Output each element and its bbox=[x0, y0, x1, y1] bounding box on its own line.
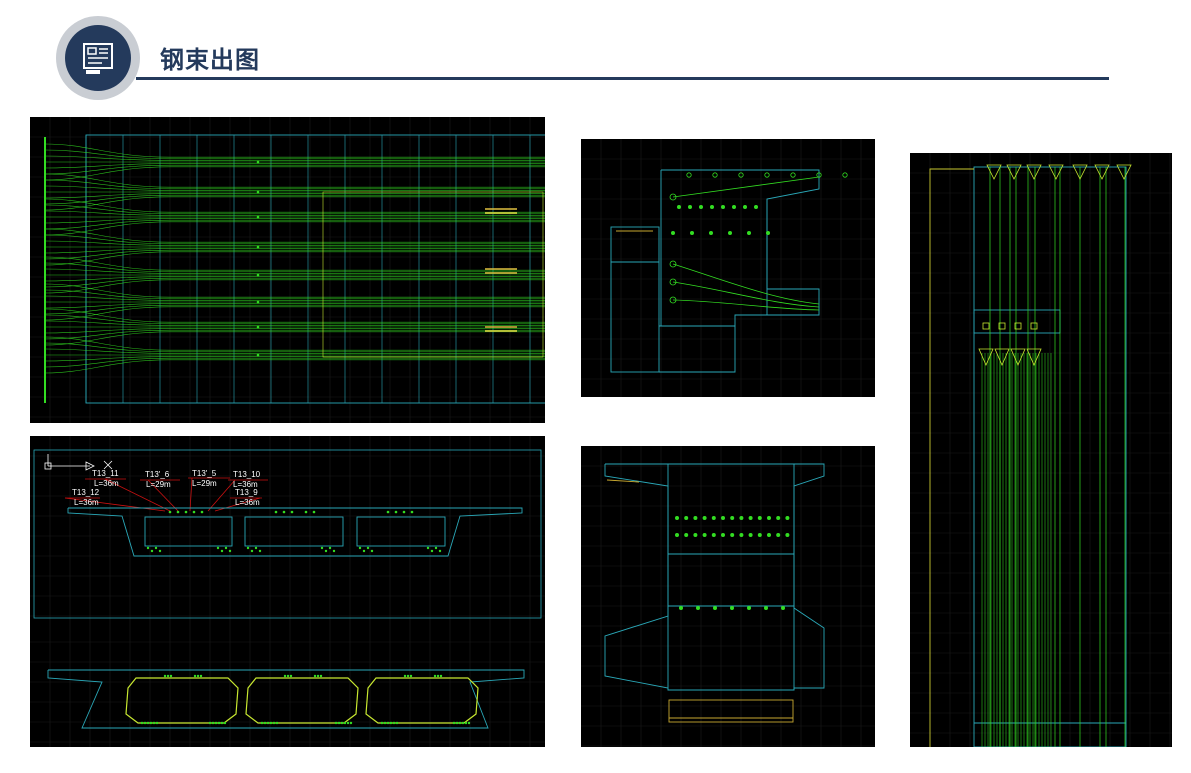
tendon-lines bbox=[978, 164, 1132, 747]
tendon-label-length: L=36m bbox=[235, 498, 260, 507]
page-title: 钢束出图 bbox=[160, 47, 260, 74]
ucs-icon bbox=[44, 454, 113, 471]
title-divider bbox=[136, 77, 1109, 80]
tendon-curves bbox=[672, 176, 820, 311]
box-girder-section bbox=[67, 507, 523, 557]
tendon-label-id: T13_10 bbox=[233, 470, 261, 479]
cad-elevation-view[interactable] bbox=[910, 153, 1172, 747]
cad-section-view[interactable]: T13_11 L=36m T13'_6 L=29m T13'_5 L=29m T… bbox=[30, 436, 545, 622]
tendon-label-length: L=36m bbox=[74, 498, 99, 507]
box-girder-section-outline bbox=[47, 669, 525, 729]
header-badge bbox=[56, 16, 140, 100]
pier-section-outline bbox=[604, 463, 825, 691]
blueprint-icon bbox=[65, 25, 131, 91]
cad-grid bbox=[910, 153, 1172, 747]
pier-yellow-outline bbox=[929, 168, 974, 747]
tendon-label-length: L=29m bbox=[192, 479, 217, 488]
cad-grid bbox=[581, 139, 875, 397]
tendon-label-id: T13'_6 bbox=[145, 470, 170, 479]
block-outline bbox=[610, 169, 820, 373]
cad-plan-view[interactable] bbox=[30, 117, 545, 423]
tendon-label-id: T13'_5 bbox=[192, 469, 217, 478]
tendon-label-id: T13_12 bbox=[72, 488, 100, 497]
cad-section-view-2[interactable] bbox=[30, 622, 545, 747]
box-cell-outlines bbox=[125, 677, 479, 724]
tendon-label-length: L=29m bbox=[146, 480, 171, 489]
tendon-label-id: T13_9 bbox=[235, 488, 258, 497]
tendon-dots bbox=[675, 516, 790, 610]
cad-anchorage-detail[interactable] bbox=[581, 139, 875, 397]
cad-grid bbox=[581, 446, 875, 747]
cad-anchorage-section[interactable] bbox=[581, 446, 875, 747]
tendon-label-id: T13_11 bbox=[92, 469, 119, 478]
tendon-dots bbox=[669, 172, 848, 304]
tendon-label-length: L=36m bbox=[94, 479, 119, 488]
